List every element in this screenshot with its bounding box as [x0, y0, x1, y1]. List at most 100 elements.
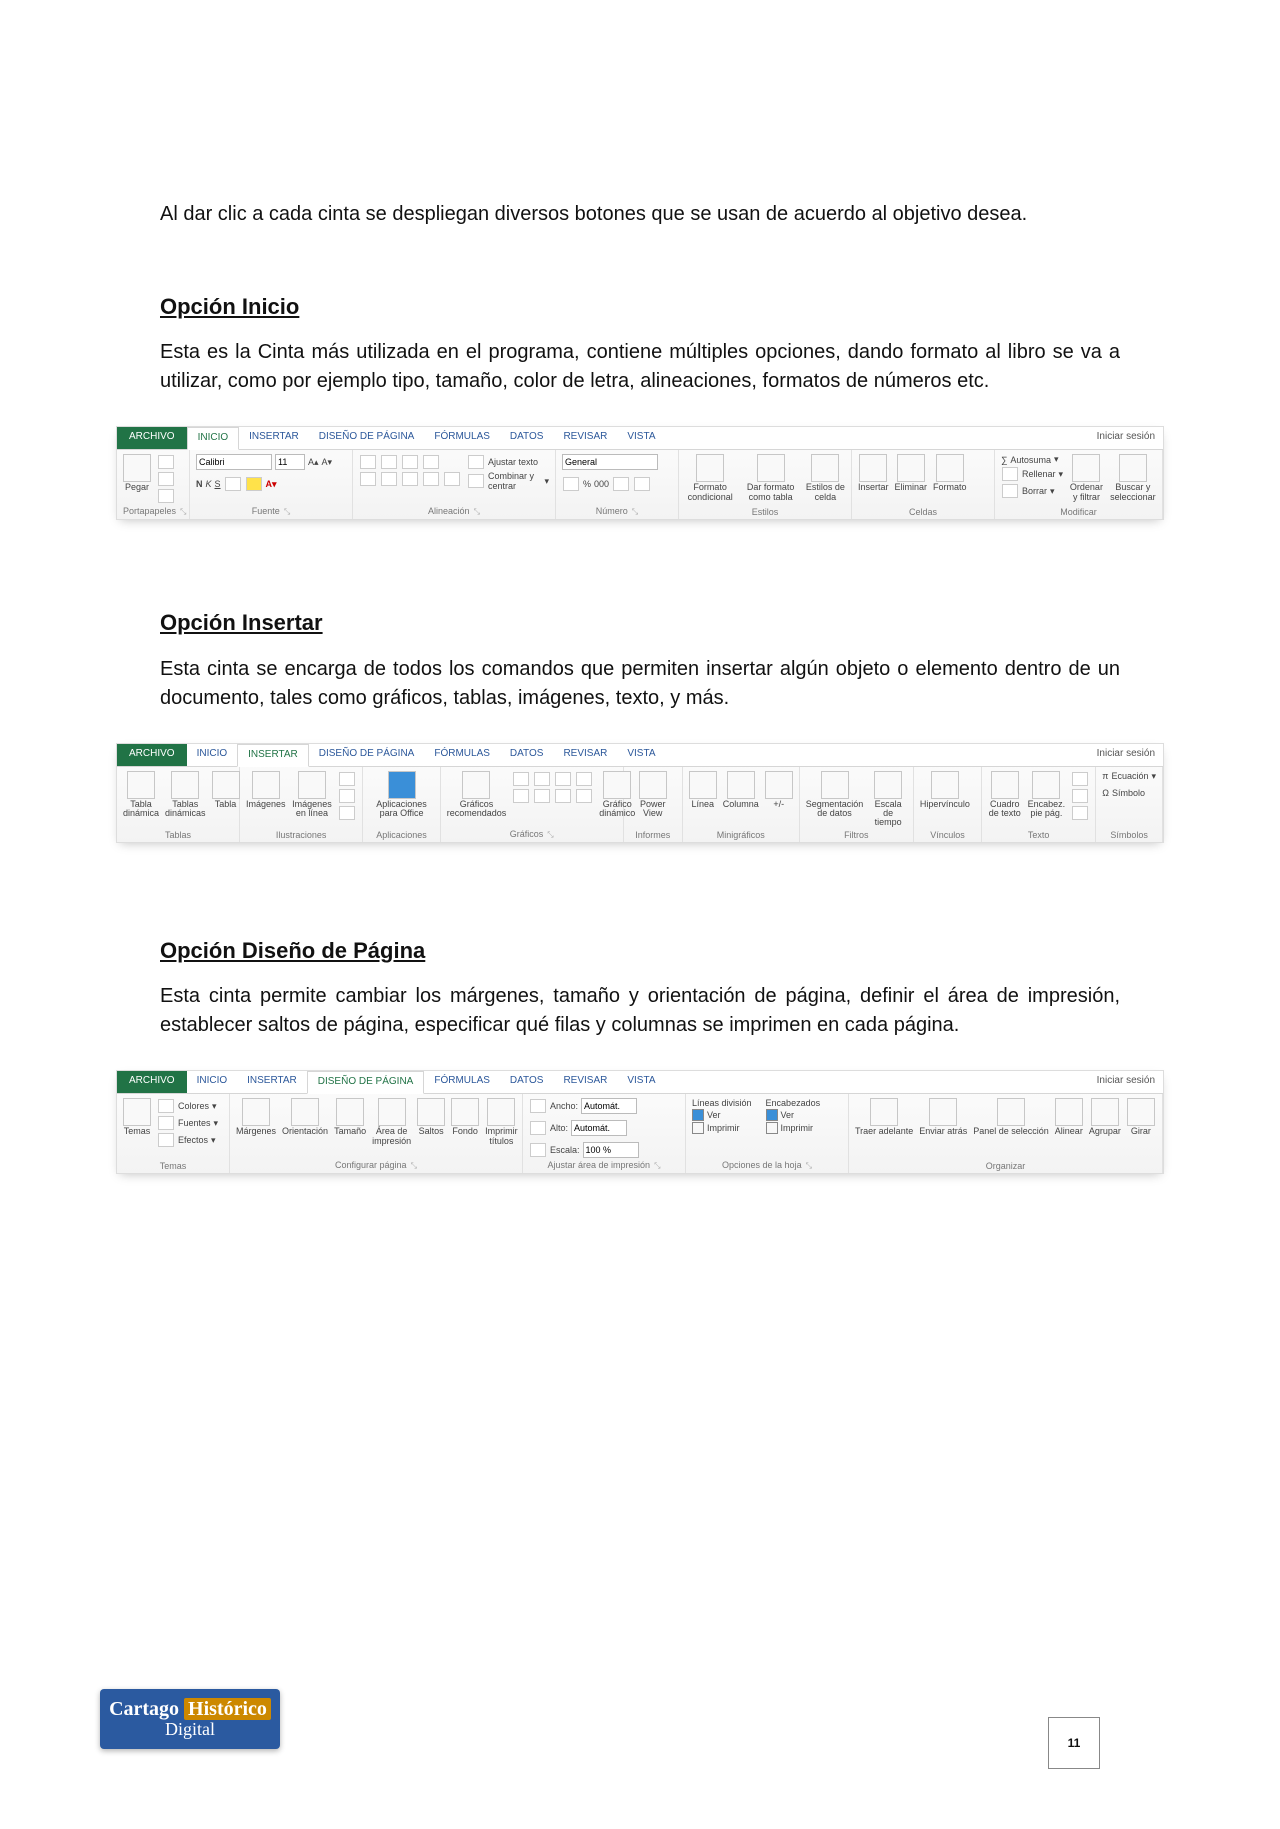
tab-formulas[interactable]: FÓRMULAS: [424, 744, 500, 766]
tab-vista[interactable]: VISTA: [617, 744, 665, 766]
format-as-table-button[interactable]: Dar formato como tabla: [741, 454, 799, 502]
theme-colors-button[interactable]: Colores ▾: [157, 1098, 218, 1114]
tab-revisar[interactable]: REVISAR: [553, 744, 617, 766]
tab-formulas[interactable]: FÓRMULAS: [424, 1071, 500, 1093]
tab-diseno[interactable]: DISEÑO DE PÁGINA: [309, 427, 425, 449]
tab-revisar[interactable]: REVISAR: [553, 427, 617, 449]
sparkline-winloss-button[interactable]: +/-: [765, 771, 793, 809]
recommended-pivot-button[interactable]: Tablas dinámicas: [165, 771, 206, 819]
tab-formulas[interactable]: FÓRMULAS: [424, 427, 500, 449]
tab-inicio[interactable]: INICIO: [187, 1071, 238, 1093]
tab-revisar[interactable]: REVISAR: [553, 1071, 617, 1093]
font-size-select[interactable]: [275, 454, 305, 470]
hyperlink-button[interactable]: Hipervínculo: [920, 771, 970, 809]
find-select-button[interactable]: Buscar y seleccionar: [1110, 454, 1156, 502]
tab-datos[interactable]: DATOS: [500, 744, 554, 766]
tab-inicio[interactable]: INICIO: [187, 427, 240, 450]
tab-datos[interactable]: DATOS: [500, 1071, 554, 1093]
grow-font-icon[interactable]: A▴: [308, 457, 319, 468]
font-select[interactable]: [196, 454, 272, 470]
cut-icon[interactable]: [158, 455, 174, 469]
print-area-button[interactable]: Área de impresión: [372, 1098, 411, 1146]
size-button[interactable]: Tamaño: [334, 1098, 366, 1136]
signin-link[interactable]: Iniciar sesión: [1089, 427, 1163, 449]
delete-cells-button[interactable]: Eliminar: [895, 454, 928, 492]
selection-pane-button[interactable]: Panel de selección: [973, 1098, 1049, 1136]
send-backward-button[interactable]: Enviar atrás: [919, 1098, 967, 1136]
recommended-charts-button[interactable]: Gráficos recomendados: [447, 771, 507, 819]
fill-color-icon[interactable]: [246, 477, 262, 491]
rotate-button[interactable]: Girar: [1127, 1098, 1155, 1136]
fill-button[interactable]: Rellenar ▾: [1001, 466, 1063, 482]
underline-button[interactable]: S: [215, 479, 221, 489]
insert-cells-button[interactable]: Insertar: [858, 454, 889, 492]
tab-archivo[interactable]: ARCHIVO: [117, 427, 187, 449]
tab-insertar[interactable]: INSERTAR: [237, 1071, 307, 1093]
tab-diseno[interactable]: DISEÑO DE PÁGINA: [309, 744, 425, 766]
smartart-icon[interactable]: [339, 789, 355, 803]
wrap-text-button[interactable]: Ajustar texto: [467, 454, 549, 470]
conditional-format-button[interactable]: Formato condicional: [685, 454, 735, 502]
headings-view-check[interactable]: Ver: [766, 1109, 821, 1121]
shapes-icon[interactable]: [339, 772, 355, 786]
tab-diseno[interactable]: DISEÑO DE PÁGINA: [307, 1071, 425, 1094]
screenshot-icon[interactable]: [339, 806, 355, 820]
height-select[interactable]: [571, 1120, 627, 1136]
header-footer-button[interactable]: Encabez. pie pág.: [1028, 771, 1066, 819]
sparkline-column-button[interactable]: Columna: [723, 771, 759, 809]
bring-forward-button[interactable]: Traer adelante: [855, 1098, 913, 1136]
headings-print-check[interactable]: Imprimir: [766, 1122, 821, 1134]
autosum-button[interactable]: ∑ Autosuma ▾: [1001, 454, 1063, 465]
tab-inicio[interactable]: INICIO: [187, 744, 238, 766]
borders-icon[interactable]: [225, 477, 241, 491]
tab-datos[interactable]: DATOS: [500, 427, 554, 449]
theme-fonts-button[interactable]: Fuentes ▾: [157, 1115, 218, 1131]
pictures-button[interactable]: Imágenes: [246, 771, 286, 809]
cell-styles-button[interactable]: Estilos de celda: [806, 454, 845, 502]
width-select[interactable]: [581, 1098, 637, 1114]
online-pictures-button[interactable]: Imágenes en línea: [292, 771, 333, 819]
copy-icon[interactable]: [158, 472, 174, 486]
gridlines-view-check[interactable]: Ver: [692, 1109, 752, 1121]
theme-effects-button[interactable]: Efectos ▾: [157, 1132, 218, 1148]
bold-button[interactable]: N: [196, 479, 203, 489]
group-button[interactable]: Agrupar: [1089, 1098, 1121, 1136]
timeline-button[interactable]: Escala de tiempo: [869, 771, 907, 828]
sort-filter-button[interactable]: Ordenar y filtrar: [1069, 454, 1104, 502]
format-cells-button[interactable]: Formato: [933, 454, 967, 492]
format-painter-icon[interactable]: [158, 489, 174, 503]
paste-button[interactable]: Pegar: [123, 454, 151, 492]
font-color-icon[interactable]: A▾: [266, 479, 277, 490]
tab-insertar[interactable]: INSERTAR: [239, 427, 309, 449]
slicer-button[interactable]: Segmentación de datos: [806, 771, 864, 819]
tab-insertar[interactable]: INSERTAR: [237, 744, 309, 767]
print-titles-button[interactable]: Imprimir títulos: [485, 1098, 518, 1146]
clear-button[interactable]: Borrar ▾: [1001, 483, 1063, 499]
signin-link[interactable]: Iniciar sesión: [1089, 1071, 1163, 1093]
background-button[interactable]: Fondo: [451, 1098, 479, 1136]
equation-button[interactable]: π Ecuación ▾: [1102, 771, 1156, 782]
shrink-font-icon[interactable]: A▾: [322, 457, 333, 468]
tab-vista[interactable]: VISTA: [617, 1071, 665, 1093]
tab-archivo[interactable]: ARCHIVO: [117, 744, 187, 766]
table-button[interactable]: Tabla: [212, 771, 240, 809]
symbol-button[interactable]: Ω Símbolo: [1102, 788, 1145, 798]
textbox-button[interactable]: Cuadro de texto: [988, 771, 1021, 819]
merge-center-button[interactable]: Combinar y centrar ▾: [467, 471, 549, 491]
themes-button[interactable]: Temas: [123, 1098, 151, 1136]
power-view-button[interactable]: Power View: [630, 771, 676, 819]
signin-link[interactable]: Iniciar sesión: [1089, 744, 1163, 766]
margins-button[interactable]: Márgenes: [236, 1098, 276, 1136]
scale-spinner[interactable]: [583, 1142, 639, 1158]
sparkline-line-button[interactable]: Línea: [689, 771, 717, 809]
pivot-table-button[interactable]: Tabla dinámica: [123, 771, 159, 819]
breaks-button[interactable]: Saltos: [417, 1098, 445, 1136]
apps-button[interactable]: Aplicaciones para Office: [369, 771, 433, 819]
orientation-button[interactable]: Orientación: [282, 1098, 328, 1136]
tab-vista[interactable]: VISTA: [617, 427, 665, 449]
gridlines-print-check[interactable]: Imprimir: [692, 1122, 752, 1134]
italic-button[interactable]: K: [206, 479, 212, 489]
number-format-select[interactable]: [562, 454, 658, 470]
tab-archivo[interactable]: ARCHIVO: [117, 1071, 187, 1093]
align-button[interactable]: Alinear: [1055, 1098, 1083, 1136]
